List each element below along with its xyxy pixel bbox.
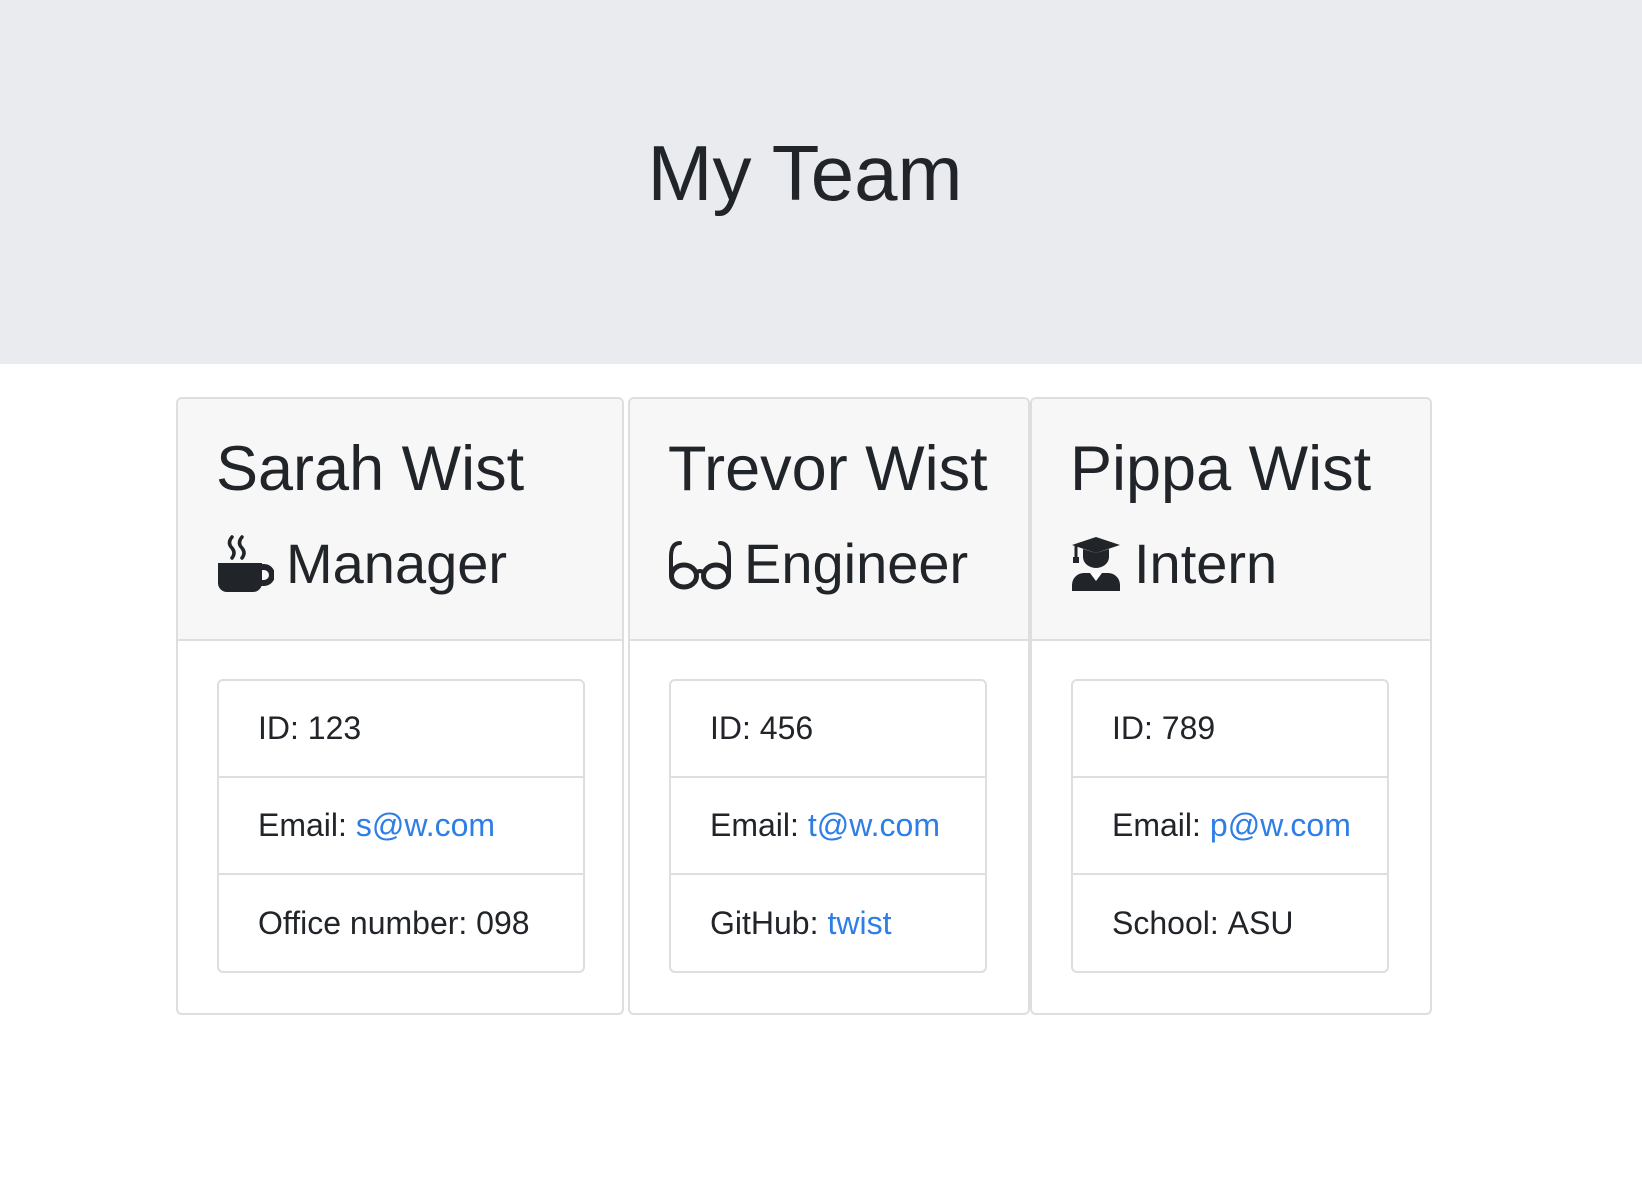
graduate-icon [1070, 533, 1122, 593]
employee-name: Pippa Wist [1070, 434, 1372, 504]
card-body: ID: 789 Email: p@w.com School: ASU [1032, 641, 1430, 1013]
card-header: Trevor Wist Engineer [630, 399, 1028, 641]
details-list: ID: 789 Email: p@w.com School: ASU [1071, 679, 1389, 973]
email-row: Email: s@w.com [219, 778, 583, 875]
github-row: GitHub: twist [671, 875, 985, 971]
school-label: School: [1112, 904, 1219, 941]
page-title: My Team [647, 129, 963, 217]
card-header: Sarah Wist Manager [178, 399, 622, 641]
github-link[interactable]: twist [827, 905, 891, 942]
page-header: My Team [0, 0, 1642, 364]
id-row: ID: 456 [671, 681, 985, 778]
card-body: ID: 456 Email: t@w.com GitHub: twist [630, 641, 1028, 1013]
card-header: Pippa Wist Intern [1032, 399, 1430, 641]
email-label: Email: [258, 807, 347, 843]
id-value: 789 [1161, 710, 1216, 746]
github-label: GitHub: [710, 904, 819, 941]
id-row: ID: 123 [219, 681, 583, 778]
employee-role-label: Engineer [744, 531, 969, 595]
employee-role-label: Manager [286, 531, 508, 595]
id-label: ID: [258, 710, 299, 746]
employee-role: Engineer [668, 523, 968, 603]
details-list: ID: 123 Email: s@w.com Office number: 098 [217, 679, 585, 973]
employee-card-manager: Sarah Wist Manager ID: 123 Email: s@w.com [176, 397, 624, 1015]
employee-card-intern: Pippa Wist Intern ID: 789 Email: p@w.com… [1030, 397, 1432, 1015]
details-list: ID: 456 Email: t@w.com GitHub: twist [669, 679, 987, 973]
email-row: Email: t@w.com [671, 778, 985, 875]
employee-card-engineer: Trevor Wist Engineer ID: 456 Email: t@w.c… [628, 397, 1030, 1015]
id-label: ID: [710, 710, 751, 746]
mug-icon [216, 533, 274, 593]
glasses-icon [668, 533, 732, 593]
id-row: ID: 789 [1073, 681, 1387, 778]
id-value: 456 [759, 710, 814, 746]
id-value: 123 [307, 710, 362, 746]
email-label: Email: [1112, 807, 1201, 843]
school-row: School: ASU [1073, 875, 1387, 971]
office-number-label: Office number: [258, 904, 468, 941]
office-number-row: Office number: 098 [219, 875, 583, 971]
email-link[interactable]: p@w.com [1210, 807, 1351, 844]
office-number-value: 098 [476, 904, 530, 941]
employee-name: Trevor Wist [668, 434, 988, 504]
employee-role-label: Intern [1134, 531, 1278, 595]
id-label: ID: [1112, 710, 1153, 746]
employee-name: Sarah Wist [216, 434, 525, 504]
card-body: ID: 123 Email: s@w.com Office number: 098 [178, 641, 622, 1013]
email-row: Email: p@w.com [1073, 778, 1387, 875]
email-label: Email: [710, 807, 799, 843]
employee-role: Manager [216, 523, 507, 603]
employee-role: Intern [1070, 523, 1277, 603]
email-link[interactable]: t@w.com [808, 807, 940, 844]
school-value: ASU [1227, 904, 1294, 941]
email-link[interactable]: s@w.com [356, 807, 495, 844]
